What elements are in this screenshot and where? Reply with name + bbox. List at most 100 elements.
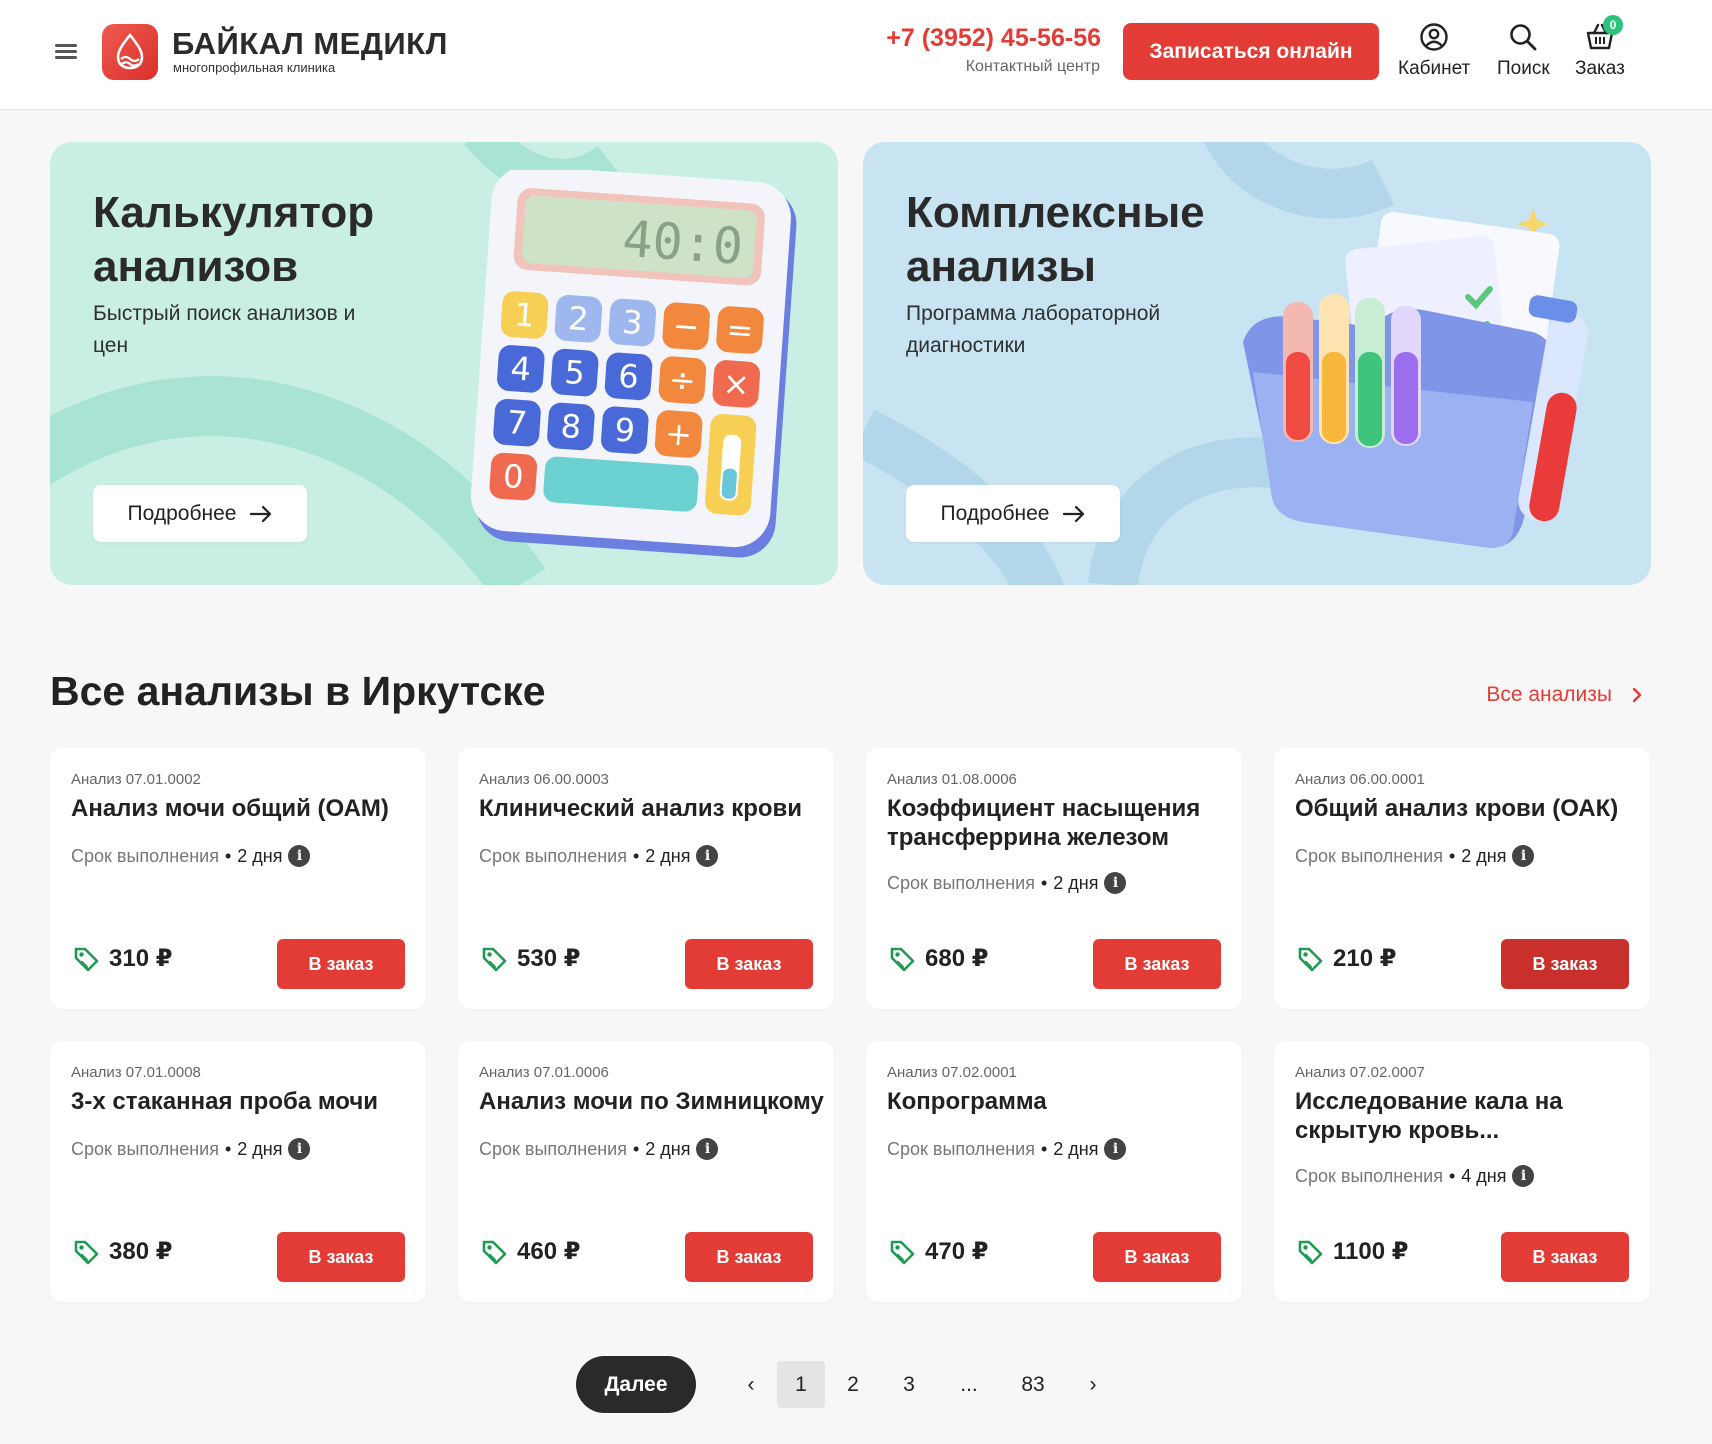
pagination: ‹ 1 2 3 ... 83 ›: [727, 1361, 1121, 1408]
price-tag-icon: [74, 1240, 99, 1264]
term-value: 2 дня: [237, 845, 283, 866]
calculator-banner[interactable]: 40:0 1 2 3 − = 4 5 6 ÷ × 7 8 9 + 0 Кальк…: [50, 142, 838, 585]
analysis-code: Анализ 07.02.0001: [887, 1064, 1017, 1081]
site-header: БАЙКАЛ МЕДИКЛ многопрофильная клиника +7…: [0, 0, 1712, 110]
search-button[interactable]: Поиск: [1497, 22, 1550, 80]
more-button-label: Подробнее: [127, 501, 237, 525]
svg-text:+: +: [664, 414, 693, 454]
info-icon[interactable]: i: [1512, 1165, 1535, 1187]
analysis-title[interactable]: Общий анализ крови (ОАК): [1295, 794, 1640, 823]
price-tag-icon: [1298, 1240, 1323, 1264]
info-icon[interactable]: i: [288, 1138, 311, 1160]
info-icon[interactable]: i: [696, 845, 719, 867]
price-value: 680 ₽: [925, 945, 989, 972]
pagination-next[interactable]: ›: [1065, 1361, 1121, 1408]
logo-icon[interactable]: [102, 24, 158, 80]
term-label: Срок выполнения: [887, 1138, 1035, 1159]
complex-analyses-banner[interactable]: Комплексные анализы Программа лабораторн…: [863, 142, 1651, 585]
bullet: •: [1040, 872, 1048, 893]
analysis-card[interactable]: Анализ 07.02.0007 Исследование кала на ск…: [1274, 1041, 1650, 1302]
add-to-order-button[interactable]: В заказ: [685, 939, 813, 989]
add-to-order-button[interactable]: В заказ: [1501, 939, 1629, 989]
analysis-card[interactable]: Анализ 07.01.0006 Анализ мочи по Зимницко…: [458, 1041, 834, 1302]
info-icon[interactable]: i: [1104, 872, 1127, 894]
analysis-term: Срок выполнения • 2 дня i: [887, 1138, 1127, 1160]
price-tag-icon: [890, 947, 915, 971]
analysis-title[interactable]: Клинический анализ крови: [479, 794, 824, 823]
svg-text:2: 2: [567, 299, 590, 338]
term-value: 2 дня: [645, 1138, 691, 1159]
bullet: •: [632, 845, 640, 866]
analysis-term: Срок выполнения • 2 дня i: [1295, 845, 1535, 867]
order-cart-button[interactable]: 0 Заказ: [1575, 15, 1625, 80]
pagination-page[interactable]: 3: [881, 1361, 937, 1408]
term-label: Срок выполнения: [71, 1138, 219, 1159]
analysis-title[interactable]: Копрограмма: [887, 1087, 1232, 1116]
analysis-card[interactable]: Анализ 07.01.0002 Анализ мочи общий (ОАМ)…: [50, 748, 426, 1009]
analysis-card[interactable]: Анализ 06.00.0001 Общий анализ крови (ОАК…: [1274, 748, 1650, 1009]
add-to-order-button[interactable]: В заказ: [1093, 1232, 1221, 1282]
analysis-title[interactable]: Исследование кала на скрытую кровь...: [1295, 1087, 1640, 1145]
analysis-title[interactable]: 3-х стаканная проба мочи: [71, 1087, 416, 1116]
analysis-card[interactable]: Анализ 07.02.0001 Копрограмма Срок выполне…: [866, 1041, 1242, 1302]
cabinet-button[interactable]: Кабинет: [1398, 22, 1470, 80]
term-label: Срок выполнения: [1295, 1165, 1443, 1186]
analysis-title[interactable]: Анализ мочи общий (ОАМ): [71, 794, 416, 823]
pagination-page[interactable]: 83: [1001, 1361, 1065, 1408]
pagination-ellipsis: ...: [960, 1372, 978, 1396]
analysis-card[interactable]: Анализ 06.00.0003 Клинический анализ кров…: [458, 748, 834, 1009]
analysis-price: 470 ₽: [889, 1237, 988, 1266]
bullet: •: [1040, 1138, 1048, 1159]
phone-link[interactable]: +7 (3952) 45-56-56: [886, 24, 1101, 53]
term-value: 2 дня: [1053, 1138, 1099, 1159]
menu-icon[interactable]: [55, 42, 77, 60]
analysis-price: 1100 ₽: [1297, 1237, 1408, 1266]
analysis-title[interactable]: Анализ мочи по Зимницкому: [479, 1087, 824, 1116]
svg-text:4: 4: [509, 349, 532, 388]
price-tag-icon: [482, 1240, 507, 1264]
add-to-order-button[interactable]: В заказ: [1501, 1232, 1629, 1282]
arrow-right-icon: [250, 505, 272, 522]
svg-text:=: =: [725, 310, 754, 350]
term-value: 4 дня: [1461, 1165, 1507, 1186]
complex-more-button[interactable]: Подробнее: [906, 485, 1120, 542]
calculator-banner-subtitle: Быстрый поиск анализов и цен: [93, 302, 356, 357]
analysis-price: 210 ₽: [1297, 944, 1396, 973]
analysis-title[interactable]: Коэффициент насыщения трансферрина желез…: [887, 794, 1232, 852]
add-to-order-button[interactable]: В заказ: [1093, 939, 1221, 989]
svg-text:1: 1: [513, 295, 536, 334]
search-icon: [1510, 24, 1537, 51]
analysis-term: Срок выполнения • 4 дня i: [1295, 1165, 1535, 1187]
pagination-page[interactable]: 1: [777, 1361, 825, 1408]
next-page-button[interactable]: Далее: [576, 1356, 696, 1413]
analysis-term: Срок выполнения • 2 дня i: [479, 845, 719, 867]
complex-banner-subtitle: Программа лабораторной диагностики: [906, 302, 1161, 357]
info-icon[interactable]: i: [1104, 1138, 1127, 1160]
analysis-card[interactable]: Анализ 01.08.0006 Коэффициент насыщения т…: [866, 748, 1242, 1009]
info-icon[interactable]: i: [696, 1138, 719, 1160]
analysis-code: Анализ 07.01.0002: [71, 771, 201, 788]
pagination-prev[interactable]: ‹: [727, 1361, 775, 1408]
info-icon[interactable]: i: [1512, 845, 1535, 867]
section-title: Все анализы в Иркутске: [50, 668, 546, 714]
pagination-page[interactable]: 2: [825, 1361, 881, 1408]
all-analyses-link[interactable]: Все анализы: [1486, 683, 1642, 707]
analysis-price: 530 ₽: [481, 944, 580, 973]
brand-subtitle: многопрофильная клиника: [173, 60, 336, 75]
calculator-more-button[interactable]: Подробнее: [93, 485, 307, 542]
analysis-code: Анализ 06.00.0001: [1295, 771, 1425, 788]
add-to-order-button[interactable]: В заказ: [277, 1232, 405, 1282]
analysis-card[interactable]: Анализ 07.01.0008 3-х стаканная проба моч…: [50, 1041, 426, 1302]
info-icon[interactable]: i: [288, 845, 311, 867]
brand-name[interactable]: БАЙКАЛ МЕДИКЛ: [172, 26, 448, 62]
add-to-order-button[interactable]: В заказ: [685, 1232, 813, 1282]
term-label: Срок выполнения: [1295, 845, 1443, 866]
phone-caption: Контактный центр: [965, 58, 1100, 75]
term-value: 2 дня: [1461, 845, 1507, 866]
signup-online-button[interactable]: Записаться онлайн: [1123, 23, 1379, 80]
add-to-order-button[interactable]: В заказ: [277, 939, 405, 989]
cabinet-label: Кабинет: [1398, 58, 1471, 79]
svg-text:7: 7: [506, 403, 529, 442]
price-value: 310 ₽: [109, 945, 173, 972]
all-analyses-label: Все анализы: [1486, 683, 1612, 706]
